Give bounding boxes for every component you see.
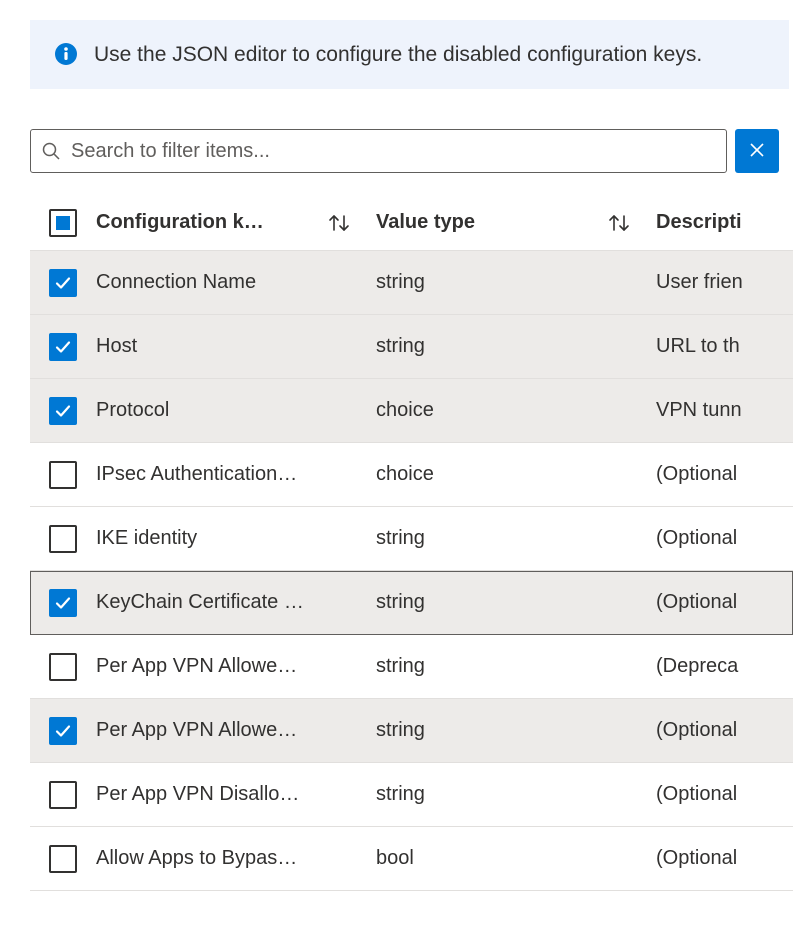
cell-value-type: choice xyxy=(376,463,656,486)
cell-description: (Optional xyxy=(656,847,793,870)
sort-icon xyxy=(606,212,632,234)
column-header-type[interactable]: Value type xyxy=(376,211,656,234)
cell-value-type: string xyxy=(376,527,656,550)
cell-description: (Optional xyxy=(656,463,793,486)
cell-description: (Optional xyxy=(656,591,793,614)
row-checkbox[interactable] xyxy=(49,653,77,681)
column-header-type-label: Value type xyxy=(376,211,475,234)
table-row[interactable]: Per App VPN Allowe…string(Depreca xyxy=(30,635,793,699)
cell-value-type: string xyxy=(376,719,656,742)
cell-config-key: Connection Name xyxy=(96,271,376,294)
cell-value-type: bool xyxy=(376,847,656,870)
cell-value-type: string xyxy=(376,655,656,678)
cell-config-key: Protocol xyxy=(96,399,376,422)
table-row[interactable]: Per App VPN Disallo…string(Optional xyxy=(30,763,793,827)
search-icon xyxy=(41,141,61,161)
cell-description: URL to th xyxy=(656,335,793,358)
search-row xyxy=(30,129,793,173)
cell-description: VPN tunn xyxy=(656,399,793,422)
search-input[interactable] xyxy=(71,140,716,163)
table-header-row: Configuration k… Value type xyxy=(30,195,793,251)
cell-config-key: Per App VPN Disallo… xyxy=(96,783,376,806)
select-all-checkbox[interactable] xyxy=(49,209,77,237)
cell-config-key: Allow Apps to Bypas… xyxy=(96,847,376,870)
row-checkbox[interactable] xyxy=(49,589,77,617)
table-row[interactable]: Connection NamestringUser frien xyxy=(30,251,793,315)
cell-description: User frien xyxy=(656,271,793,294)
cell-description: (Depreca xyxy=(656,655,793,678)
cell-value-type: string xyxy=(376,271,656,294)
column-header-desc-label: Descripti xyxy=(656,211,742,233)
sort-icon xyxy=(326,212,352,234)
row-checkbox[interactable] xyxy=(49,781,77,809)
cell-value-type: string xyxy=(376,335,656,358)
cell-description: (Optional xyxy=(656,719,793,742)
cell-config-key: IPsec Authentication… xyxy=(96,463,376,486)
table-row[interactable]: Per App VPN Allowe…string(Optional xyxy=(30,699,793,763)
row-checkbox[interactable] xyxy=(49,845,77,873)
table-row[interactable]: IKE identitystring(Optional xyxy=(30,507,793,571)
cell-config-key: KeyChain Certificate … xyxy=(96,591,376,614)
table-row[interactable]: Allow Apps to Bypas…bool(Optional xyxy=(30,827,793,891)
table-row[interactable]: ProtocolchoiceVPN tunn xyxy=(30,379,793,443)
table-row[interactable]: KeyChain Certificate …string(Optional xyxy=(30,571,793,635)
cell-config-key: Per App VPN Allowe… xyxy=(96,655,376,678)
cell-value-type: choice xyxy=(376,399,656,422)
row-checkbox[interactable] xyxy=(49,461,77,489)
cell-value-type: string xyxy=(376,783,656,806)
info-icon xyxy=(54,42,78,66)
cell-config-key: IKE identity xyxy=(96,527,376,550)
row-checkbox[interactable] xyxy=(49,397,77,425)
column-header-key[interactable]: Configuration k… xyxy=(96,211,376,234)
close-icon xyxy=(749,142,765,161)
table-row[interactable]: IPsec Authentication…choice(Optional xyxy=(30,443,793,507)
cell-config-key: Host xyxy=(96,335,376,358)
table-row[interactable]: HoststringURL to th xyxy=(30,315,793,379)
clear-search-button[interactable] xyxy=(735,129,779,173)
info-banner: Use the JSON editor to configure the dis… xyxy=(30,20,789,89)
search-box[interactable] xyxy=(30,129,727,173)
cell-config-key: Per App VPN Allowe… xyxy=(96,719,376,742)
cell-description: (Optional xyxy=(656,783,793,806)
row-checkbox[interactable] xyxy=(49,333,77,361)
config-keys-table: Configuration k… Value type xyxy=(30,195,793,891)
row-checkbox[interactable] xyxy=(49,525,77,553)
column-header-desc[interactable]: Descripti xyxy=(656,211,793,234)
column-header-key-label: Configuration k… xyxy=(96,211,322,234)
info-banner-text: Use the JSON editor to configure the dis… xyxy=(94,40,702,69)
cell-description: (Optional xyxy=(656,527,793,550)
cell-value-type: string xyxy=(376,591,656,614)
row-checkbox[interactable] xyxy=(49,269,77,297)
row-checkbox[interactable] xyxy=(49,717,77,745)
